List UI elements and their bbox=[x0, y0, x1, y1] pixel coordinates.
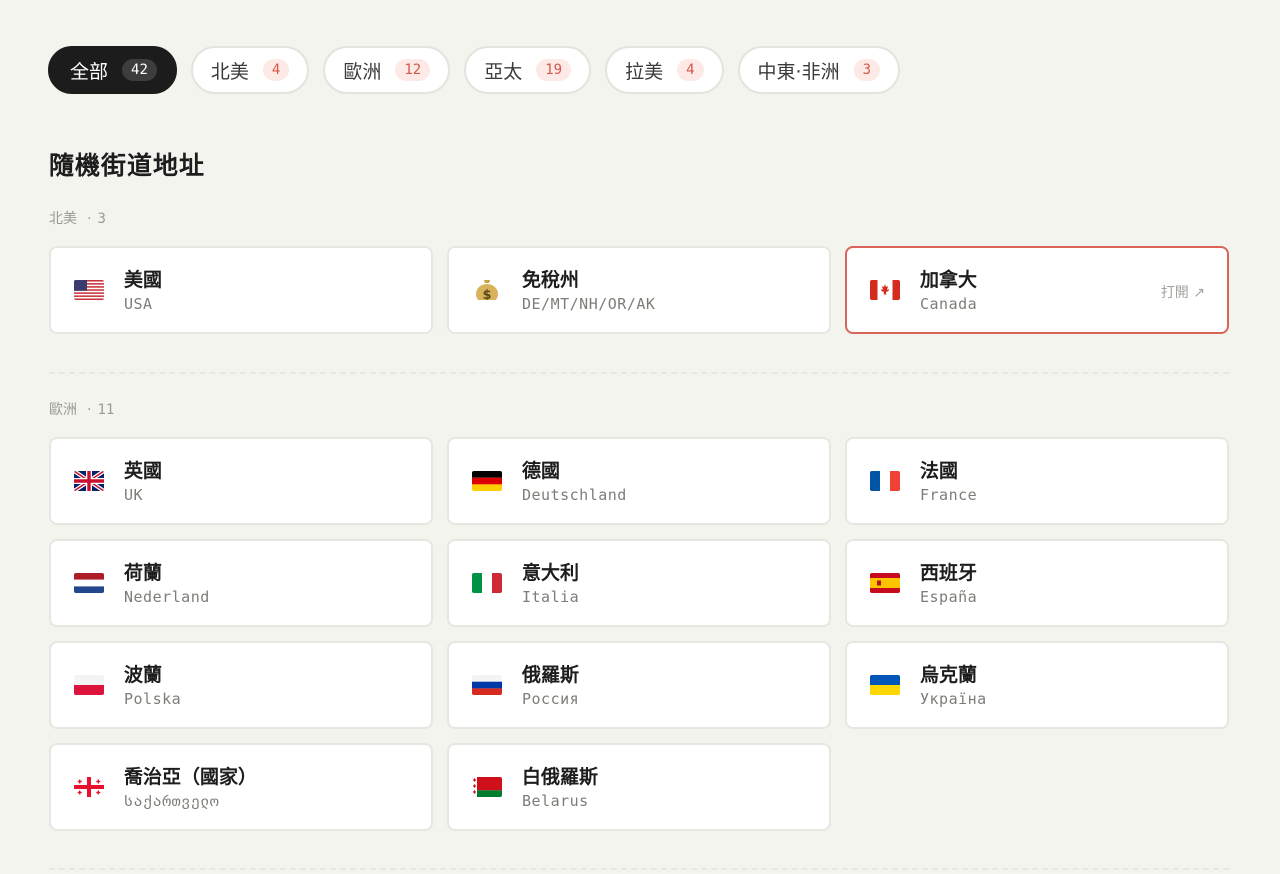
country-card-russia[interactable]: 俄羅斯 Россия bbox=[447, 641, 831, 729]
open-link[interactable]: 打開 ↗ bbox=[1161, 282, 1205, 302]
country-card-spain[interactable]: 西班牙 España bbox=[845, 539, 1229, 627]
money-bag-icon: $ bbox=[472, 280, 502, 300]
country-native-name: Italia bbox=[522, 588, 580, 606]
country-native-name: Nederland bbox=[124, 588, 210, 606]
country-native-name: France bbox=[920, 486, 978, 504]
filter-count-badge: 42 bbox=[122, 59, 157, 81]
section-name: 北美 bbox=[49, 211, 77, 227]
country-card-belarus[interactable]: 白俄羅斯 Belarus bbox=[447, 743, 831, 831]
france-flag-icon bbox=[870, 471, 900, 491]
ukraine-flag-icon bbox=[870, 675, 900, 695]
country-native-name: Россия bbox=[522, 690, 580, 708]
canada-flag-icon bbox=[870, 280, 900, 300]
country-name: 美國 bbox=[124, 269, 163, 291]
svg-text:$: $ bbox=[482, 288, 491, 300]
filter-count-badge: 3 bbox=[853, 59, 881, 81]
filter-label: 歐洲 bbox=[343, 60, 382, 83]
country-card-italy[interactable]: 意大利 Italia bbox=[447, 539, 831, 627]
country-name: 免稅州 bbox=[522, 269, 580, 291]
country-name: 烏克蘭 bbox=[920, 664, 978, 686]
filter-label: 全部 bbox=[70, 60, 109, 83]
country-card-uk[interactable]: 英國 UK bbox=[49, 437, 433, 525]
netherlands-flag-icon bbox=[74, 573, 104, 593]
section-name: 歐洲 bbox=[49, 402, 77, 418]
country-name: 俄羅斯 bbox=[522, 664, 580, 686]
country-card-ukraine[interactable]: 烏克蘭 Україна bbox=[845, 641, 1229, 729]
country-name: 加拿大 bbox=[920, 269, 978, 291]
north-america-grid: 美國 USA $ 免稅州 DE/MT/NH/OR/AK 加拿大 Canada 打… bbox=[49, 246, 1229, 334]
filter-count-badge: 19 bbox=[536, 59, 572, 81]
country-native-name: Україна bbox=[920, 690, 987, 708]
filter-count-badge: 4 bbox=[677, 59, 704, 81]
filter-all[interactable]: 全部 42 bbox=[48, 46, 177, 94]
country-name: 荷蘭 bbox=[124, 562, 163, 584]
country-native-name: UK bbox=[124, 486, 144, 504]
country-card-france[interactable]: 法國 France bbox=[845, 437, 1229, 525]
page-title: 隨機街道地址 bbox=[49, 151, 206, 180]
country-name: 德國 bbox=[522, 460, 561, 482]
section-divider bbox=[49, 868, 1229, 870]
country-native-name: Polska bbox=[124, 690, 182, 708]
poland-flag-icon bbox=[74, 675, 104, 695]
russia-flag-icon bbox=[472, 675, 502, 695]
filter-label: 中東·非洲 bbox=[757, 60, 840, 83]
country-name: 西班牙 bbox=[920, 562, 978, 584]
region-filter-bar: 全部 42 北美 4 歐洲 12 亞太 19 拉美 4 中東·非洲 3 bbox=[48, 46, 901, 94]
filter-asia-pacific[interactable]: 亞太 19 bbox=[464, 46, 592, 94]
italy-flag-icon bbox=[472, 573, 502, 593]
filter-north-america[interactable]: 北美 4 bbox=[190, 46, 310, 94]
country-card-georgia[interactable]: 喬治亞（國家） საქართველო bbox=[49, 743, 433, 831]
section-divider bbox=[49, 372, 1229, 374]
europe-grid: 英國 UK 德國 Deutschland 法國 France 荷蘭 Nederl… bbox=[49, 437, 1229, 831]
usa-flag-icon bbox=[74, 280, 104, 300]
filter-label: 亞太 bbox=[484, 60, 523, 83]
country-native-name: Canada bbox=[920, 295, 978, 313]
country-card-netherlands[interactable]: 荷蘭 Nederland bbox=[49, 539, 433, 627]
filter-label: 北美 bbox=[210, 60, 249, 83]
section-separator: · bbox=[87, 211, 92, 227]
country-card-canada[interactable]: 加拿大 Canada 打開 ↗ bbox=[845, 246, 1229, 334]
section-count: 11 bbox=[97, 402, 115, 418]
spain-flag-icon bbox=[870, 573, 900, 593]
country-native-name: USA bbox=[124, 295, 153, 313]
country-card-germany[interactable]: 德國 Deutschland bbox=[447, 437, 831, 525]
filter-latin-america[interactable]: 拉美 4 bbox=[605, 46, 724, 94]
filter-label: 拉美 bbox=[625, 60, 664, 83]
country-name: 波蘭 bbox=[124, 664, 163, 686]
section-header-north-america: 北美 · 3 bbox=[49, 208, 106, 228]
country-native-name: Deutschland bbox=[522, 486, 627, 504]
germany-flag-icon bbox=[472, 471, 502, 491]
section-header-europe: 歐洲 · 11 bbox=[49, 399, 114, 419]
section-count: 3 bbox=[97, 211, 106, 227]
country-name: 法國 bbox=[920, 460, 959, 482]
belarus-flag-icon bbox=[472, 777, 502, 797]
country-card-usa[interactable]: 美國 USA bbox=[49, 246, 433, 334]
georgia-flag-icon bbox=[74, 777, 104, 797]
country-name: 意大利 bbox=[522, 562, 580, 584]
country-native-name: Belarus bbox=[522, 792, 589, 810]
filter-europe[interactable]: 歐洲 12 bbox=[323, 46, 451, 94]
country-card-poland[interactable]: 波蘭 Polska bbox=[49, 641, 433, 729]
country-name: 喬治亞（國家） bbox=[124, 766, 258, 788]
section-separator: · bbox=[87, 402, 92, 418]
country-native-name: DE/MT/NH/OR/AK bbox=[522, 295, 656, 313]
country-name: 英國 bbox=[124, 460, 163, 482]
country-native-name: საქართველო bbox=[124, 792, 220, 810]
country-native-name: España bbox=[920, 588, 978, 606]
filter-count-badge: 4 bbox=[262, 59, 290, 81]
country-card-tax-free-states[interactable]: $ 免稅州 DE/MT/NH/OR/AK bbox=[447, 246, 831, 334]
filter-middle-east-africa[interactable]: 中東·非洲 3 bbox=[737, 46, 901, 94]
filter-count-badge: 12 bbox=[395, 59, 431, 81]
uk-flag-icon bbox=[74, 471, 104, 491]
country-name: 白俄羅斯 bbox=[522, 766, 599, 788]
